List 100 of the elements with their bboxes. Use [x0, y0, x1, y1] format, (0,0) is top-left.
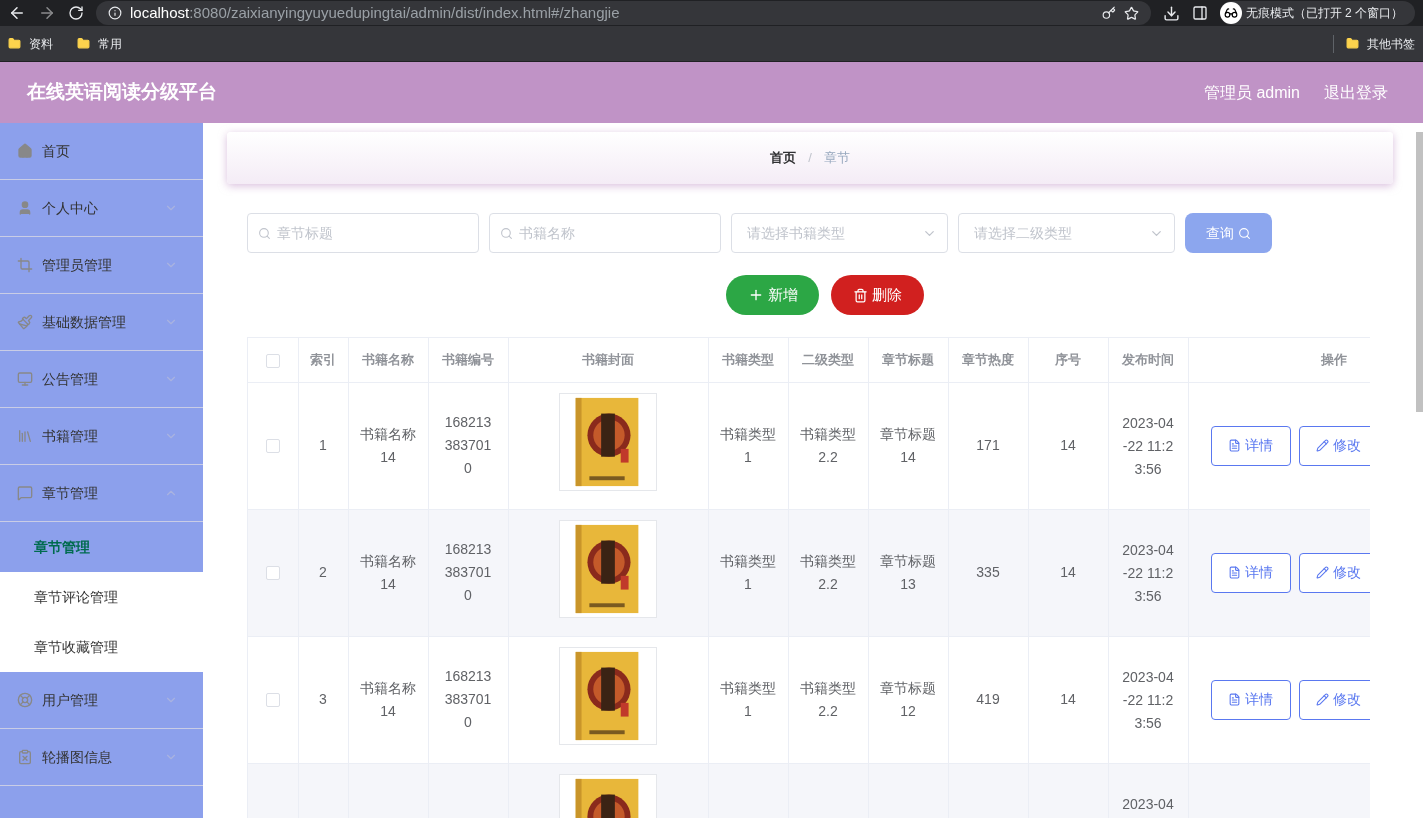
pencil-icon	[1316, 439, 1329, 452]
details-button[interactable]: 详情	[1210, 552, 1291, 593]
forward-icon[interactable]	[38, 4, 56, 22]
bookmark[interactable]: 常用	[98, 34, 122, 53]
table-cell-text: 章节标题14	[879, 424, 937, 467]
checkbox[interactable]	[265, 353, 280, 368]
search-icon	[258, 226, 271, 240]
menu-item[interactable]: 用户管理	[0, 672, 203, 729]
table-cell-text: 419	[976, 690, 1000, 709]
menu-item[interactable]: 管理员管理	[0, 237, 203, 294]
star-icon[interactable]	[1123, 5, 1139, 21]
table-cell-text: 2023-04	[1121, 794, 1175, 814]
column-header: 序号	[1055, 352, 1081, 367]
column-header: 操作	[1321, 352, 1347, 367]
submenu-item[interactable]: 章节评论管理	[0, 572, 203, 622]
column-header: 章节热度	[962, 352, 1014, 367]
table-cell-text: 书籍类型1	[719, 551, 777, 594]
pencil-icon	[1316, 693, 1329, 706]
menu-item[interactable]: 书籍管理	[0, 408, 203, 465]
column-header: 二级类型	[802, 352, 854, 367]
search-icon	[1238, 226, 1251, 240]
search-icon	[500, 226, 513, 240]
incognito-badge[interactable]: 无痕模式（已打开 2 个窗口）	[1219, 1, 1415, 25]
document-icon	[1228, 439, 1241, 452]
monitor-icon	[17, 371, 33, 387]
column-header: 书籍封面	[582, 352, 634, 367]
table-cell-text: 171	[976, 436, 1000, 455]
table-cell-text: 2023-04-22 11:23:56	[1121, 413, 1175, 479]
scrollbar[interactable]	[1416, 132, 1423, 412]
table-cell-text: 书籍名称14	[359, 678, 417, 721]
table-cell-text: 335	[976, 563, 1000, 582]
menu-item[interactable]: 首页	[0, 123, 203, 180]
pencil-icon	[1316, 566, 1329, 579]
table-cell-text: 1682133837010	[443, 413, 493, 478]
table-cell-text: 书籍名称14	[359, 551, 417, 594]
back-icon[interactable]	[8, 4, 26, 22]
books-icon	[17, 428, 33, 444]
column-header: 书籍名称	[362, 352, 414, 367]
breadcrumb-separator: /	[808, 149, 812, 168]
table-cell-text: 14	[1060, 436, 1076, 455]
table-cell-text: 书籍类型1	[719, 678, 777, 721]
table-cell-text: 1	[319, 436, 327, 455]
menu-item[interactable]: 公告管理	[0, 351, 203, 408]
details-button[interactable]: 详情	[1210, 679, 1291, 720]
table-cell-text: 14	[1060, 690, 1076, 709]
column-header: 书籍类型	[722, 352, 774, 367]
other-bookmarks[interactable]: 其他书签	[1367, 34, 1415, 53]
table-cell-text: 1682133837010	[443, 667, 493, 732]
download-icon[interactable]	[1162, 4, 1180, 22]
info-icon	[108, 6, 122, 20]
table-cell-text: 书籍类型1	[719, 424, 777, 467]
user-icon	[17, 200, 33, 216]
app-title: 在线英语阅读分级平台	[27, 80, 218, 105]
user-label: 管理员 admin	[1203, 82, 1300, 103]
checkbox[interactable]	[265, 693, 280, 708]
lifebuoy-icon	[17, 692, 33, 708]
table-cell-text: 书籍名称14	[359, 424, 417, 467]
folder-icon	[8, 37, 21, 50]
details-button[interactable]: 详情	[1210, 425, 1291, 466]
table-cell-text: 14	[1060, 563, 1076, 582]
table-cell-text: 书籍类型2.2	[799, 424, 857, 467]
reload-icon[interactable]	[68, 5, 84, 21]
address-bar[interactable]: localhost:8080/zaixianyingyuyuedupingtai/admin/dist/index.html#/zhangjie	[96, 1, 1151, 25]
clipboard-icon	[17, 749, 33, 765]
menu-item[interactable]: 轮播图信息	[0, 729, 203, 786]
home-icon	[17, 143, 33, 159]
add-button[interactable]: 新增	[726, 275, 819, 315]
table-cell-text: 书籍类型2.2	[799, 678, 857, 721]
edit-button[interactable]: 修改	[1298, 679, 1370, 720]
folder-icon	[1346, 37, 1359, 50]
table-cell-text: 书籍类型2.2	[799, 551, 857, 594]
trash-icon	[853, 287, 868, 303]
column-header: 索引	[310, 352, 336, 367]
checkbox[interactable]	[265, 566, 280, 581]
column-header: 书籍编号	[442, 352, 494, 367]
table-cell-text: 2	[319, 563, 327, 582]
column-header: 章节标题	[882, 352, 934, 367]
table-cell-text: 章节标题12	[879, 678, 937, 721]
edit-button[interactable]: 修改	[1298, 552, 1370, 593]
bookmark[interactable]: 资料	[29, 34, 53, 53]
glasses-icon	[1223, 6, 1238, 20]
submenu-item[interactable]: 章节收藏管理	[0, 622, 203, 672]
breadcrumb-item[interactable]: 首页	[770, 148, 797, 168]
document-icon	[1228, 566, 1241, 579]
table-cell-text: 2023-04-22 11:23:56	[1121, 540, 1175, 606]
delete-button[interactable]: 删除	[831, 275, 924, 315]
checkbox[interactable]	[265, 439, 280, 454]
edit-button[interactable]: 修改	[1298, 425, 1370, 466]
document-icon	[1228, 693, 1241, 706]
menu-item[interactable]: 个人中心	[0, 180, 203, 237]
table-cell-text: 章节标题13	[879, 551, 937, 594]
crop-icon	[17, 257, 33, 273]
side-panel-icon[interactable]	[1191, 5, 1208, 21]
menu-item[interactable]: 基础数据管理	[0, 294, 203, 351]
table-cell-text: 2023-04-22 11:23:56	[1121, 667, 1175, 733]
table-cell-text: 3	[319, 690, 327, 709]
key-icon[interactable]	[1101, 6, 1116, 20]
url-text: localhost:8080/zaixianyingyuyuedupingtai/admin/dist/index.html#/zhangjie	[130, 2, 621, 23]
paintbrush-icon	[17, 314, 33, 330]
breadcrumb-item: 章节	[823, 149, 850, 168]
